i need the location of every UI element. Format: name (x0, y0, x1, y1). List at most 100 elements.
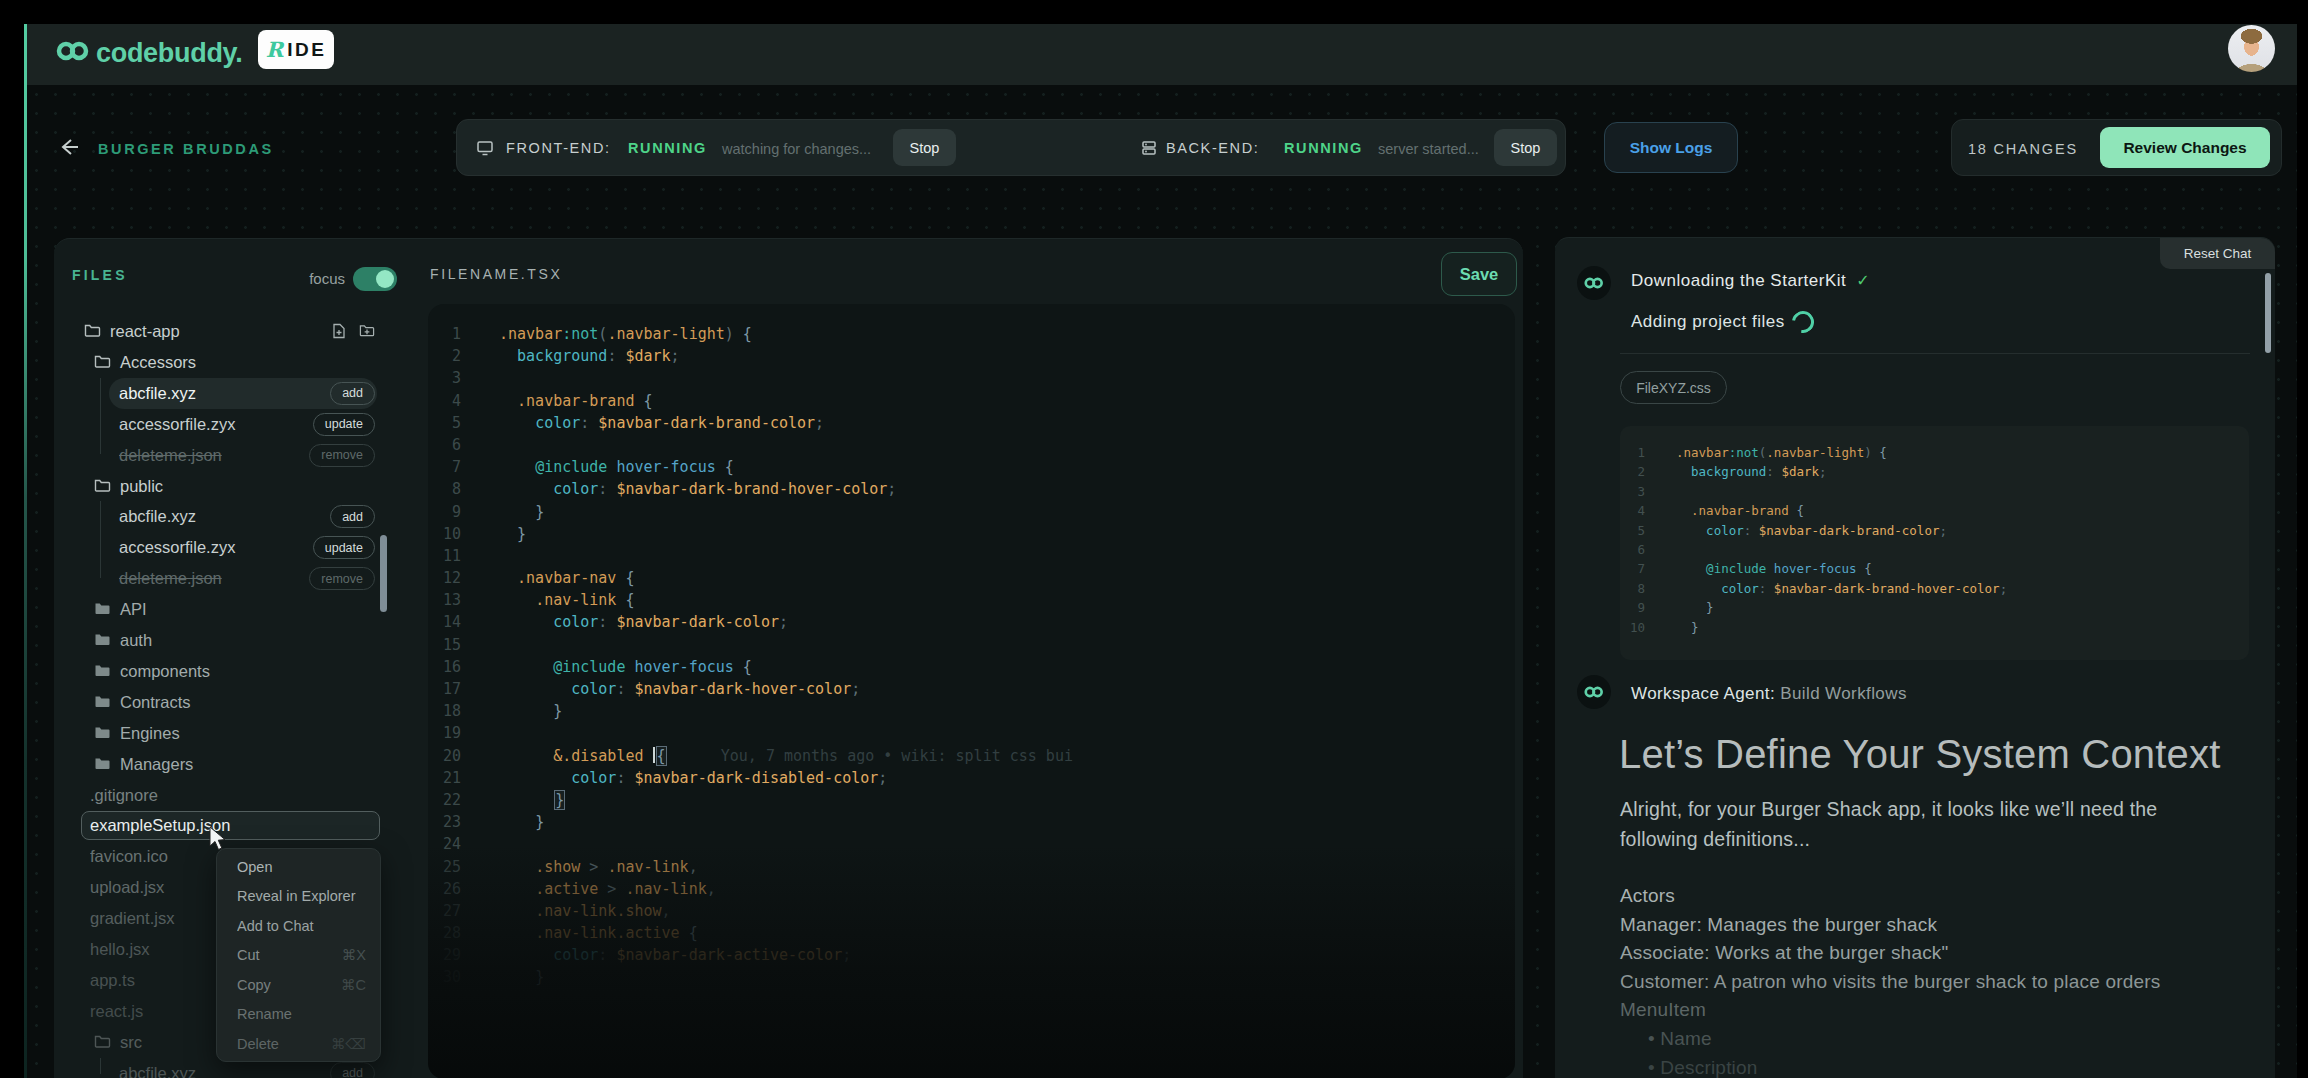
chat-list-item: • Name (1648, 1028, 1712, 1050)
folder-open-icon (94, 478, 111, 495)
sidebar-scrollbar[interactable] (380, 535, 387, 612)
folder-icon (94, 601, 111, 618)
change-badge-add: add (330, 382, 375, 405)
frontend-status: RUNNING (628, 140, 707, 156)
file-name: .gitignore (90, 786, 158, 805)
monitor-icon (476, 139, 494, 157)
backend-label: BACK-END: (1166, 140, 1259, 156)
tree-item-exampleSetup.json[interactable]: exampleSetup.json (54, 810, 430, 841)
tree-item-accessorfile.zyx[interactable]: accessorfile.zyx update (54, 532, 430, 563)
backend-stop-button[interactable]: Stop (1494, 129, 1557, 166)
backend-status: RUNNING (1284, 140, 1363, 156)
change-badge-add: add (330, 505, 375, 528)
file-name: abcfile.xyz (119, 384, 196, 403)
focus-label: focus (295, 270, 345, 287)
backend-detail: server started... (1378, 141, 1479, 157)
file-name: auth (120, 631, 152, 650)
review-changes-button[interactable]: Review Changes (2100, 127, 2270, 168)
file-name: components (120, 662, 210, 681)
file-name: Accessors (120, 353, 196, 372)
save-button[interactable]: Save (1441, 252, 1517, 296)
focus-toggle[interactable] (353, 267, 397, 291)
tree-item-deleteme.json[interactable]: deleteme.jsonremove (54, 563, 430, 594)
file-name: upload.jsx (90, 878, 164, 897)
folder-icon (94, 725, 111, 742)
file-name: abcfile.xyz (119, 507, 196, 526)
context-menu-item-delete[interactable]: Delete⌘⌫ (217, 1029, 380, 1059)
code-editor[interactable]: 1.navbar:not(.navbar-light) {2 backgroun… (428, 304, 1515, 1078)
new-folder-icon (359, 323, 375, 339)
tree-item-Accessors[interactable]: Accessors (54, 347, 430, 378)
file-name: deleteme.json (119, 446, 222, 465)
tree-item-components[interactable]: components (54, 656, 430, 687)
change-badge-remove: remove (309, 567, 375, 590)
chat-list-item: Manager: Manages the burger shack (1620, 914, 1937, 936)
chat-list-item: Associate: Works at the burger shack" (1620, 942, 1949, 964)
folder-icon (94, 632, 111, 649)
new-file-icon (332, 323, 346, 339)
show-logs-button[interactable]: Show Logs (1604, 122, 1738, 173)
file-name: Contracts (120, 693, 191, 712)
folder-open-icon (94, 354, 111, 371)
folder-icon (94, 694, 111, 711)
chat-panel: Reset Chat Downloading the StarterKit✓ A… (1555, 237, 2275, 1078)
file-name: Managers (120, 755, 193, 774)
editor-fade (428, 844, 1515, 1078)
tree-item-API[interactable]: API (54, 594, 430, 625)
context-menu-item-reveal-in-explorer[interactable]: Reveal in Explorer (217, 882, 380, 912)
tree-item-Contracts[interactable]: Contracts (54, 687, 430, 718)
context-menu-item-rename[interactable]: Rename (217, 1000, 380, 1030)
tree-item-abcfile.xyz[interactable]: abcfile.xyz add (54, 501, 430, 532)
tree-item-deleteme.json[interactable]: deleteme.json remove (54, 440, 430, 471)
context-menu-item-add-to-chat[interactable]: Add to Chat (217, 911, 380, 941)
folder-open-icon (94, 1034, 111, 1051)
tree-item-react-app[interactable]: react-app (54, 316, 430, 347)
change-badge-add: add (330, 1062, 375, 1078)
frontend-label: FRONT-END: (506, 140, 611, 156)
app-window: codebuddy. R IDE BURGER BRUDDAS FRONT-EN… (0, 0, 2308, 1078)
brand-name: codebuddy. (96, 38, 243, 69)
file-name: src (120, 1033, 142, 1052)
file-name: accessorfile.zyx (119, 538, 235, 557)
file-name: public (120, 477, 163, 496)
file-name: react.js (90, 1002, 143, 1021)
tree-item-public[interactable]: public (54, 471, 430, 502)
folder-icon (94, 756, 111, 773)
file-name: abcfile.xyz (119, 1064, 196, 1078)
toggle-knob (376, 270, 394, 288)
chat-list-item: • Description (1648, 1057, 1758, 1078)
mouse-cursor (207, 826, 229, 852)
chat-list-item: Actors (1620, 885, 1675, 907)
change-badge-remove: remove (309, 444, 375, 467)
open-file-name: FILENAME.TSX (430, 266, 562, 282)
file-name: API (120, 600, 147, 619)
file-name: favicon.ico (90, 847, 168, 866)
frontend-stop-button[interactable]: Stop (893, 129, 956, 166)
context-menu-item-copy[interactable]: Copy⌘C (217, 970, 380, 1000)
app-header (27, 24, 2297, 85)
file-name: accessorfile.zyx (119, 415, 235, 434)
file-name: react-app (110, 322, 180, 341)
context-menu-item-cut[interactable]: Cut⌘X (217, 941, 380, 971)
file-name: Engines (120, 724, 180, 743)
context-menu: OpenReveal in ExplorerAdd to ChatCut⌘XCo… (216, 848, 381, 1062)
folder-icon (94, 663, 111, 680)
user-avatar[interactable] (2228, 25, 2275, 72)
changes-count: 18 CHANGES (1968, 141, 2078, 157)
tree-item-Managers[interactable]: Managers (54, 749, 430, 780)
change-badge-update: update (313, 536, 375, 559)
tree-item-auth[interactable]: auth (54, 625, 430, 656)
pencil-scribble-icon: R (266, 37, 283, 62)
tree-item-accessorfile.zyx[interactable]: accessorfile.zyxupdate (54, 409, 430, 440)
tree-item-abcfile.xyz[interactable]: abcfile.xyz add (54, 378, 430, 409)
folder-open-icon (84, 323, 101, 340)
frontend-detail: watching for changes... (722, 141, 871, 157)
tree-item-Engines[interactable]: Engines (54, 718, 430, 749)
context-menu-item-open[interactable]: Open (217, 852, 380, 882)
file-name: gradient.jsx (90, 909, 174, 928)
project-name[interactable]: BURGER BRUDDAS (98, 141, 274, 157)
server-icon (1140, 139, 1158, 157)
back-arrow-icon[interactable] (58, 136, 80, 158)
tree-item-.gitignore[interactable]: .gitignore (54, 780, 430, 811)
tree-actions[interactable] (332, 323, 382, 339)
